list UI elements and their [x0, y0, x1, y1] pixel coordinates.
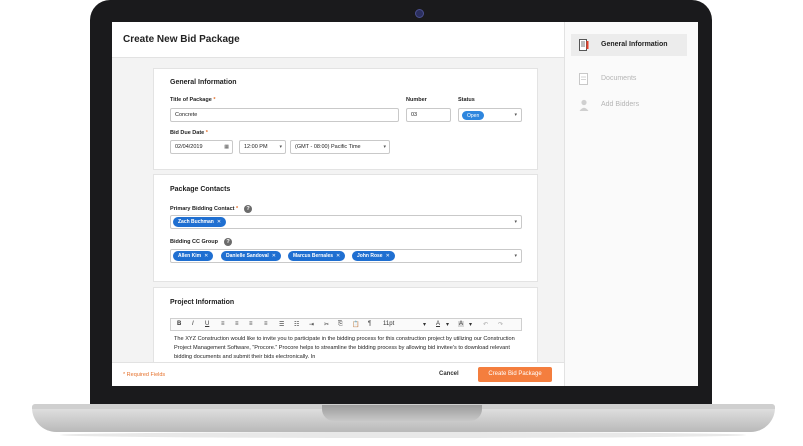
sidebar-item-add-bidders[interactable]: Add Bidders — [571, 94, 687, 116]
due-time-value: 12:00 PM — [244, 144, 268, 150]
person-icon — [579, 99, 589, 111]
required-fields-note: * Required Fields — [123, 372, 166, 378]
align-center-icon[interactable]: ≡ — [235, 321, 239, 327]
due-date-value: 02/04/2019 — [175, 144, 203, 150]
cancel-button[interactable]: Cancel — [439, 371, 459, 377]
bidding-cc-group-label: Bidding CC Group — [170, 239, 218, 245]
status-label: Status — [458, 97, 475, 103]
laptop-stage: Create New Bid Package General Informati… — [0, 0, 803, 446]
chevron-down-icon: ▾ — [469, 322, 473, 328]
status-badge: Open — [462, 111, 485, 120]
laptop-shadow — [60, 432, 746, 438]
undo-icon[interactable]: ↶ — [483, 321, 488, 328]
cc-chip: Allen Kim ✕ — [173, 251, 214, 261]
primary-bidding-contact-label: Primary Bidding Contact * — [170, 206, 239, 212]
due-date-input[interactable]: 02/04/2019 ▦ — [170, 140, 233, 154]
chevron-down-icon: ▾ — [279, 144, 282, 150]
wizard-sidebar: General Information Documents Add Bidder… — [564, 22, 698, 386]
redo-icon[interactable]: ↷ — [498, 321, 503, 328]
text-color-icon[interactable]: A — [436, 321, 440, 327]
remove-icon[interactable]: ✕ — [217, 219, 221, 225]
cc-chip: Marcus Bernales ✕ — [288, 251, 346, 261]
bold-icon[interactable]: B — [177, 321, 181, 327]
chevron-down-icon: ▾ — [446, 322, 450, 328]
screen: Create New Bid Package General Informati… — [112, 22, 698, 386]
camera-icon — [415, 9, 424, 18]
calendar-icon[interactable]: ▦ — [224, 144, 229, 150]
remove-icon[interactable]: ✕ — [336, 253, 340, 259]
title-of-package-label: Title of Package * — [170, 97, 216, 103]
timezone-select[interactable]: (GMT - 08:00) Pacific Time ▾ — [290, 140, 390, 154]
package-contacts-card: Package Contacts Primary Bidding Contact… — [153, 174, 538, 282]
align-left-icon[interactable]: ≡ — [221, 321, 225, 327]
cc-chip: John Rose ✕ — [352, 251, 395, 261]
sidebar-item-general-information[interactable]: General Information — [571, 34, 687, 56]
cut-icon[interactable]: ✂ — [324, 321, 329, 328]
sidebar-item-label: General Information — [601, 41, 668, 48]
chevron-down-icon: ▾ — [383, 144, 386, 150]
laptop-notch — [322, 405, 482, 421]
copy-icon[interactable]: ⎘ — [338, 321, 343, 328]
project-information-card: Project Information B I U ≡ ≡ ≡ ≡ ☰ ☷ ⇥ … — [153, 287, 538, 367]
status-select[interactable]: Open ▾ — [458, 108, 522, 122]
cc-chip: Danielle Sandoval ✕ — [221, 251, 281, 261]
editor-toolbar: B I U ≡ ≡ ≡ ≡ ☰ ☷ ⇥ ✂ ⎘ 📋 ¶ 11pt ▾ A ▾ A… — [170, 318, 522, 331]
page-title: Create New Bid Package — [123, 34, 240, 45]
form-footer: * Required Fields Cancel Create Bid Pack… — [112, 362, 564, 386]
bulleted-list-icon[interactable]: ☰ — [279, 321, 284, 328]
highlight-color-icon[interactable]: A — [458, 321, 465, 327]
remove-icon[interactable]: ✕ — [386, 253, 390, 259]
section-title-general: General Information — [170, 79, 237, 86]
sidebar-item-documents[interactable]: Documents — [571, 68, 687, 90]
font-size-select[interactable]: 11pt — [383, 321, 394, 327]
section-title-project: Project Information — [170, 299, 235, 306]
help-icon[interactable]: ? — [224, 238, 232, 246]
help-icon[interactable]: ? — [244, 205, 252, 213]
project-description-text[interactable]: The XYZ Construction would like to invit… — [174, 335, 519, 362]
document-edit-icon — [579, 39, 589, 51]
italic-icon[interactable]: I — [192, 321, 194, 327]
chevron-down-icon: ▾ — [514, 253, 517, 259]
main-panel: Create New Bid Package General Informati… — [112, 22, 564, 386]
number-label: Number — [406, 97, 427, 103]
chevron-down-icon: ▾ — [423, 322, 427, 328]
remove-icon[interactable]: ✕ — [204, 253, 208, 259]
justify-icon[interactable]: ≡ — [264, 321, 268, 327]
underline-icon[interactable]: U — [205, 321, 209, 327]
chevron-down-icon: ▾ — [514, 112, 517, 118]
align-right-icon[interactable]: ≡ — [249, 321, 253, 327]
format-icon[interactable]: ¶ — [368, 321, 371, 327]
contact-chip: Zach Buchman ✕ — [173, 217, 227, 227]
sidebar-item-label: Add Bidders — [601, 101, 640, 108]
due-time-select[interactable]: 12:00 PM ▾ — [239, 140, 286, 154]
number-input[interactable]: 03 — [406, 108, 451, 122]
title-of-package-input[interactable]: Concrete — [170, 108, 399, 122]
create-bid-package-button[interactable]: Create Bid Package — [478, 367, 552, 382]
numbered-list-icon[interactable]: ☷ — [294, 321, 299, 328]
chevron-down-icon: ▾ — [514, 219, 517, 225]
remove-icon[interactable]: ✕ — [272, 253, 276, 259]
general-information-card: General Information Title of Package * C… — [153, 68, 538, 170]
sidebar-item-label: Documents — [601, 75, 637, 82]
section-title-contacts: Package Contacts — [170, 186, 231, 193]
bid-due-date-label: Bid Due Date * — [170, 130, 208, 136]
cc-group-select[interactable]: Allen Kim ✕ Danielle Sandoval ✕ Marcus Ber… — [170, 249, 522, 263]
indent-icon[interactable]: ⇥ — [309, 321, 314, 328]
page-header: Create New Bid Package — [112, 22, 564, 58]
paste-icon[interactable]: 📋 — [352, 321, 359, 328]
document-icon — [579, 73, 588, 85]
timezone-value: (GMT - 08:00) Pacific Time — [295, 144, 361, 150]
primary-contact-select[interactable]: Zach Buchman ✕ ▾ — [170, 215, 522, 229]
